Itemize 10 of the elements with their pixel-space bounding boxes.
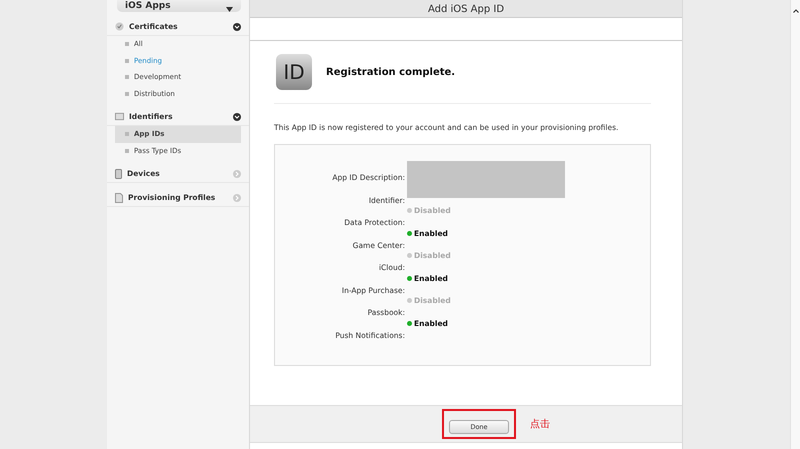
document-icon <box>115 192 123 202</box>
phone-icon <box>115 168 122 178</box>
app-type-dropdown[interactable]: iOS Apps <box>117 0 241 12</box>
heading: Registration complete. <box>326 66 456 78</box>
annotation-text: 点击 <box>530 418 550 431</box>
certificate-icon <box>115 22 124 31</box>
app-id-icon: ID <box>276 54 312 90</box>
page-title: Add iOS App ID <box>428 3 504 17</box>
caret-icon <box>226 7 233 12</box>
id-card-icon <box>115 112 124 121</box>
